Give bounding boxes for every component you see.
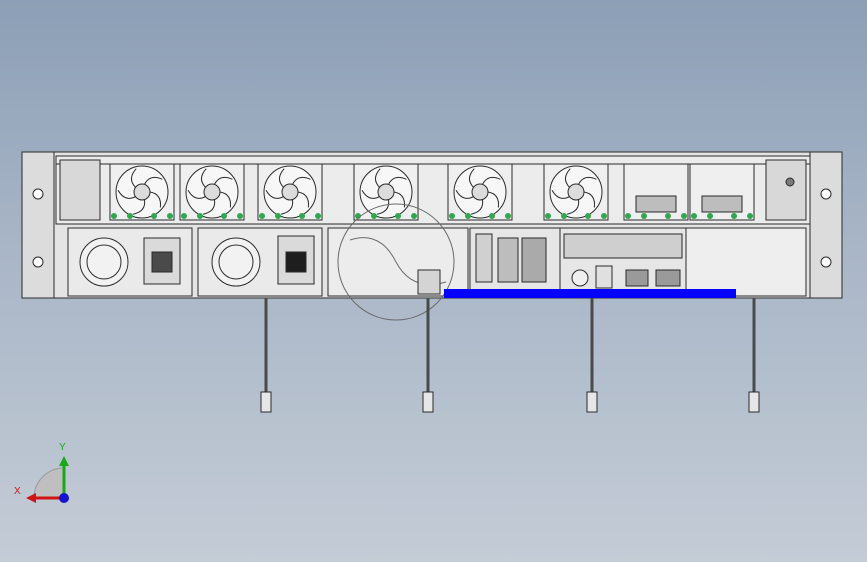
psu-1-socket (151, 251, 173, 273)
selected-rail[interactable] (444, 289, 736, 298)
fan-mount-screw (221, 213, 227, 219)
fan-mount-screw (299, 213, 305, 219)
fan-connector-module (689, 163, 755, 221)
fan-mount-screw (691, 213, 697, 219)
fan-mount-screw (665, 213, 671, 219)
fan-module (543, 163, 609, 221)
x-axis-arrow (26, 493, 36, 503)
fan-mount-screw (127, 213, 133, 219)
left-corner-module (59, 159, 101, 221)
fan-mount-screw (315, 213, 321, 219)
y-axis-label: Y (59, 442, 66, 453)
coordinate-triad (26, 456, 69, 503)
fan-mount-screw (151, 213, 157, 219)
support-legs (260, 298, 760, 413)
fan-connector (635, 195, 677, 213)
fan-mount-screw (371, 213, 377, 219)
left-ear-hole-top (32, 188, 44, 200)
fan-mount-screw (681, 213, 687, 219)
io-port-a (497, 237, 519, 283)
fan-mount-screw (747, 213, 753, 219)
fan-mount-screw (111, 213, 117, 219)
triad-plane (33, 467, 65, 499)
fan-mount-screw (585, 213, 591, 219)
fan-connector-module (623, 163, 689, 221)
fan-mount-screw (625, 213, 631, 219)
right-corner-module (765, 159, 807, 221)
fan-mount-screw (167, 213, 173, 219)
y-axis-arrow (59, 456, 69, 466)
fan-mount-screw (449, 213, 455, 219)
right-ear-hole-top (820, 188, 832, 200)
fan-module (179, 163, 245, 221)
fuse-holder (595, 265, 613, 289)
fan-hub (281, 183, 299, 201)
fan-hub (471, 183, 489, 201)
fan-mount-screw (259, 213, 265, 219)
blank-bay (685, 227, 807, 297)
fan-module (257, 163, 323, 221)
fan-mount-screw (545, 213, 551, 219)
ground-stud (571, 269, 589, 287)
z-axis-dot (59, 493, 69, 503)
fan-mount-screw (489, 213, 495, 219)
fan-mount-screw (197, 213, 203, 219)
right-module-screw (785, 177, 795, 187)
center-fan-bay (327, 227, 469, 297)
leg-foot (260, 391, 272, 413)
terminal-block (625, 269, 649, 287)
fan-mount-screw (411, 213, 417, 219)
fan-hub (567, 183, 585, 201)
io-port-b (521, 237, 547, 283)
fan-mount-screw (707, 213, 713, 219)
fan-module (447, 163, 513, 221)
leg-foot (748, 391, 760, 413)
fan-connector (701, 195, 743, 213)
fan-hub (133, 183, 151, 201)
card-slot (563, 233, 683, 259)
fan-module (353, 163, 419, 221)
left-ear-hole-bottom (32, 256, 44, 268)
fan-module (109, 163, 175, 221)
fan-mount-screw (561, 213, 567, 219)
fan-mount-screw (505, 213, 511, 219)
right-rack-ear (809, 151, 843, 299)
io-slot (475, 233, 493, 283)
leg-foot (586, 391, 598, 413)
cad-viewport[interactable]: Y X (0, 0, 867, 562)
fan-mount-screw (395, 213, 401, 219)
right-ear-hole-bottom (820, 256, 832, 268)
fan-mount-screw (731, 213, 737, 219)
left-rack-ear (21, 151, 55, 299)
model-canvas (21, 151, 843, 503)
x-axis-label: X (14, 486, 21, 497)
fan-mount-screw (641, 213, 647, 219)
fan-mount-screw (181, 213, 187, 219)
center-latch (417, 269, 441, 295)
leg-foot (422, 391, 434, 413)
fan-hub (377, 183, 395, 201)
psu-2-socket (285, 251, 307, 273)
fan-mount-screw (465, 213, 471, 219)
fan-hub (203, 183, 221, 201)
fan-mount-screw (275, 213, 281, 219)
fan-mount-screw (237, 213, 243, 219)
fan-mount-screw (601, 213, 607, 219)
terminal-block-2 (655, 269, 681, 287)
